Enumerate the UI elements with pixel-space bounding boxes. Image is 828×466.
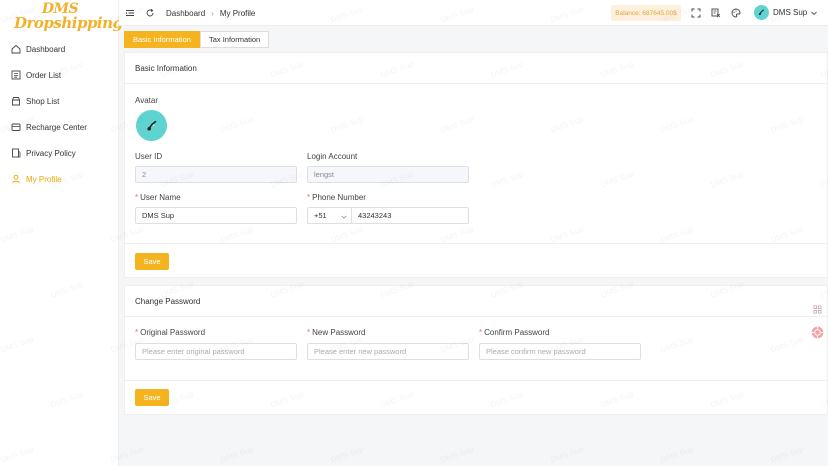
breadcrumb: Dashboard › My Profile — [166, 9, 255, 18]
required-marker: * — [135, 328, 139, 337]
watermark-text: DMS Sup — [219, 444, 255, 465]
sidebar: DMS Dropshipping Dashboard Order List Sh… — [0, 0, 123, 466]
user-name-input[interactable] — [135, 207, 297, 224]
shop-icon — [11, 96, 21, 106]
profile-avatar[interactable] — [136, 110, 167, 141]
sidebar-item-dashboard[interactable]: Dashboard — [0, 36, 119, 62]
save-basic-button[interactable]: Save — [135, 253, 169, 270]
sidebar-item-label: Recharge Center — [26, 122, 87, 132]
required-marker: * — [479, 328, 483, 337]
phone-prefix-select[interactable]: +51 — [307, 207, 352, 224]
watermark-text: DMS Sup — [549, 444, 585, 465]
user-id-field: 2 — [135, 166, 297, 183]
card-footer — [125, 380, 827, 416]
profile-tabs: Basic Information Tax Information — [124, 31, 270, 48]
breadcrumb-item-dashboard[interactable]: Dashboard — [166, 9, 205, 18]
phone-number-input[interactable] — [351, 207, 469, 224]
phone-prefix-value: +51 — [314, 211, 327, 220]
avatar-label: Avatar — [135, 96, 158, 105]
required-marker: * — [307, 328, 311, 337]
original-password-label: * Original Password — [135, 328, 206, 337]
fullscreen-icon[interactable] — [691, 8, 701, 18]
sidebar-item-order-list[interactable]: Order List — [0, 62, 119, 88]
login-account-label: Login Account — [307, 152, 358, 161]
basic-information-card: Basic Information Avatar User ID 2 Login… — [124, 52, 828, 278]
breadcrumb-item-current: My Profile — [219, 9, 256, 18]
sidebar-item-label: Shop List — [26, 96, 60, 106]
sidebar-item-label: Privacy Policy — [26, 148, 76, 158]
required-marker: * — [135, 193, 139, 202]
chevron-down-icon — [810, 9, 818, 17]
avatar — [754, 5, 769, 20]
sidebar-item-recharge-center[interactable]: Recharge Center — [0, 114, 119, 140]
watermark-text: DMS Sup — [329, 444, 365, 465]
sidebar-nav: Dashboard Order List Shop List Recharge … — [0, 36, 119, 192]
floating-assistant-icon[interactable] — [810, 325, 824, 339]
theme-palette-icon[interactable] — [731, 8, 741, 18]
user-id-label: User ID — [135, 152, 163, 161]
logo-line2: Dropshipping — [14, 14, 123, 32]
menu-toggle-icon[interactable] — [125, 8, 135, 18]
sidebar-item-shop-list[interactable]: Shop List — [0, 88, 119, 114]
sidebar-item-my-profile[interactable]: My Profile — [0, 166, 119, 192]
balance-badge: Balance: 687645.00$ — [611, 5, 681, 21]
user-menu[interactable]: DMS Sup — [754, 5, 818, 20]
watermark-text: DMS Sup — [439, 444, 475, 465]
home-icon — [11, 44, 21, 54]
language-icon[interactable] — [711, 8, 721, 18]
document-icon — [11, 148, 21, 158]
sidebar-item-label: Order List — [26, 70, 62, 80]
login-account-field: lengst — [307, 166, 469, 183]
save-password-button[interactable]: Save — [135, 389, 169, 406]
refresh-icon[interactable] — [145, 8, 155, 18]
sidebar-item-label: My Profile — [26, 174, 62, 184]
required-marker: * — [307, 193, 311, 202]
user-name-label: * User Name — [135, 193, 181, 202]
wallet-icon — [11, 122, 21, 132]
floating-tools-icon[interactable] — [810, 302, 824, 316]
change-password-card: Change Password * Original Password * New … — [124, 285, 828, 415]
top-header: Dashboard › My Profile Balance: 687645.0… — [119, 0, 828, 26]
list-icon — [11, 70, 21, 80]
breadcrumb-separator-icon: › — [211, 9, 214, 18]
user-icon — [11, 174, 21, 184]
avatar-image-icon — [146, 120, 156, 131]
tab-tax-information[interactable]: Tax Information — [199, 31, 270, 48]
sidebar-item-label: Dashboard — [26, 44, 66, 54]
card-title: Basic Information — [125, 53, 827, 84]
sidebar-item-privacy-policy[interactable]: Privacy Policy — [0, 140, 119, 166]
confirm-password-input[interactable] — [479, 343, 641, 360]
card-footer — [125, 243, 827, 279]
watermark-text: DMS Sup — [659, 444, 695, 465]
watermark-text: DMS Sup — [769, 444, 805, 465]
new-password-label: * New Password — [307, 328, 366, 337]
user-name: DMS Sup — [773, 8, 808, 17]
new-password-input[interactable] — [307, 343, 469, 360]
phone-number-label: * Phone Number — [307, 193, 366, 202]
card-title: Change Password — [125, 286, 827, 317]
confirm-password-label: * Confirm Password — [479, 328, 550, 337]
chevron-down-icon — [341, 213, 347, 219]
app-logo[interactable]: DMS Dropshipping — [14, 2, 123, 32]
original-password-input[interactable] — [135, 343, 297, 360]
tab-basic-information[interactable]: Basic Information — [124, 31, 200, 48]
